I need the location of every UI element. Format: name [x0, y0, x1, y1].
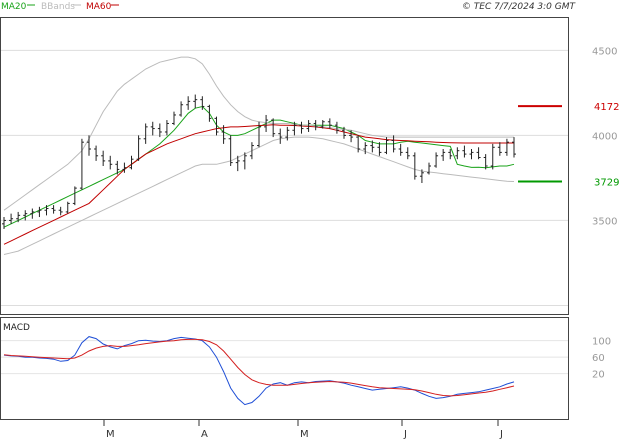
macd-tick-label: 100 — [592, 337, 611, 348]
x-tick-label: M — [300, 429, 309, 440]
chart-canvas: MA20 BBands MA60 © TEC 7/7/2024 3:0 GMT … — [0, 2, 619, 440]
x-tick-label: J — [499, 429, 503, 440]
x-tick-label: M — [106, 429, 115, 440]
x-axis: MAMJJ — [103, 420, 503, 440]
price-tick-label: 4000 — [592, 131, 617, 142]
copyright-stamp: © TEC 7/7/2024 3:0 GMT — [462, 2, 577, 12]
legend-label-ma20: MA20 — [1, 2, 27, 12]
x-tick-label: A — [201, 429, 208, 440]
macd-title: MACD — [3, 323, 30, 333]
signal-level-label: 3729 — [594, 177, 619, 188]
price-tick-label: 3500 — [592, 216, 617, 227]
price-tick-label: 4500 — [592, 46, 617, 57]
macd-axis: 100 60 20 — [592, 337, 611, 381]
legend: MA20 BBands MA60 — [1, 2, 119, 12]
macd-panel — [0, 317, 569, 420]
x-tick-label: J — [403, 429, 407, 440]
legend-label-bbands: BBands — [41, 2, 75, 12]
macd-tick-label: 60 — [592, 353, 605, 364]
price-panel — [0, 17, 569, 315]
macd-tick-label: 20 — [592, 370, 605, 381]
price-axis: 4500 4000 3500 — [592, 46, 617, 227]
legend-label-ma60: MA60 — [86, 2, 112, 12]
signal-level-label: 4172 — [594, 102, 619, 113]
